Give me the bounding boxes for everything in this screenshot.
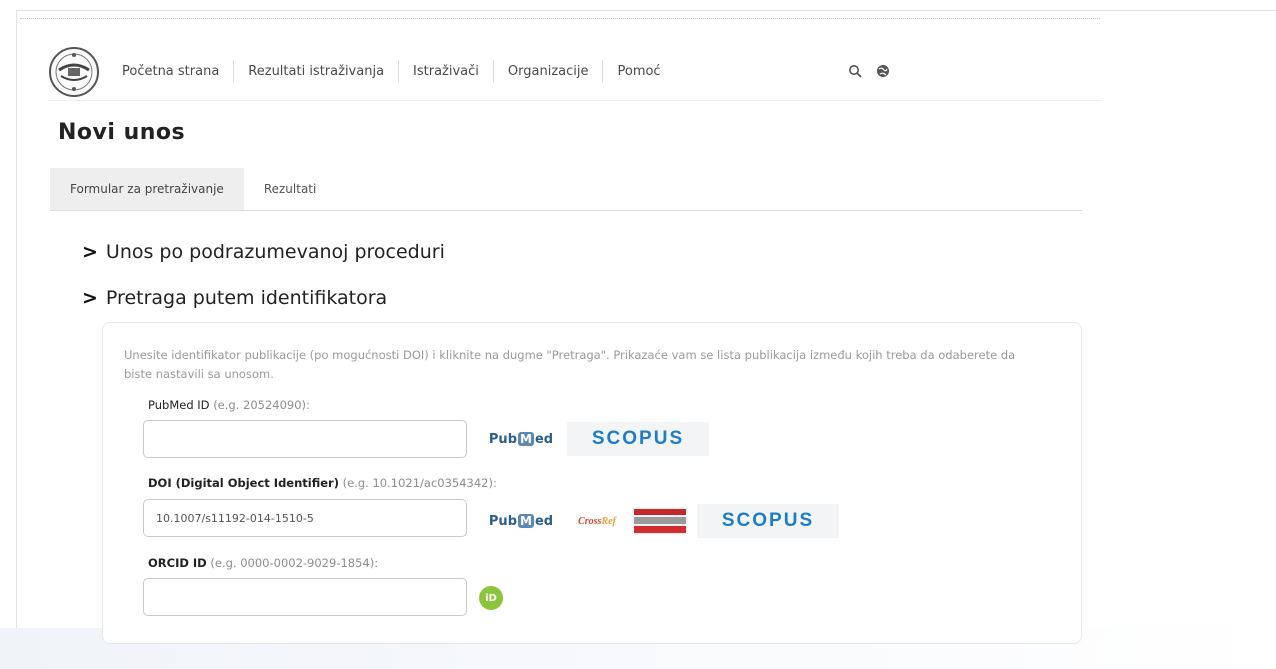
- search-icon[interactable]: [844, 60, 866, 82]
- chevron-right-icon: >: [82, 241, 98, 263]
- orcid-search-button[interactable]: iD: [479, 586, 503, 610]
- section-identifier-search[interactable]: > Pretraga putem identifikatora: [82, 287, 387, 309]
- section-title: Pretraga putem identifikatora: [105, 287, 388, 309]
- page-title: Novi unos: [58, 120, 186, 145]
- page-frame-left: [16, 10, 17, 669]
- orcid-icon: iD: [485, 592, 497, 604]
- form-description: Unesite identifikator publikacije (po mo…: [124, 348, 1016, 381]
- nav-item-help[interactable]: Pomoć: [603, 64, 674, 79]
- orcid-id-input[interactable]: [143, 578, 467, 616]
- nav-item-research-results[interactable]: Rezultati istraživanja: [234, 64, 398, 79]
- crossref-button[interactable]: Cross Ref: [569, 504, 625, 538]
- tab-bar: Formular za pretraživanje Rezultati: [50, 168, 1082, 211]
- header-divider: [48, 100, 1102, 101]
- globe-icon[interactable]: [872, 60, 894, 82]
- pubmed-search-button[interactable]: Pub Med: [477, 422, 565, 456]
- university-seal-icon[interactable]: [48, 46, 100, 98]
- section-default-procedure[interactable]: > Unos po podrazumevanoj proceduri: [82, 241, 445, 263]
- nav-item-organizations[interactable]: Organizacije: [494, 64, 603, 79]
- page-frame-top: [16, 10, 1276, 11]
- pubmed-doi-button[interactable]: Pub Med: [477, 504, 565, 538]
- nav-item-home[interactable]: Početna strana: [108, 64, 233, 79]
- doi-input[interactable]: [143, 499, 467, 537]
- tab-search-form[interactable]: Formular za pretraživanje: [50, 168, 244, 210]
- section-title: Unos po podrazumevanoj proceduri: [105, 241, 445, 263]
- doi-label: DOI (Digital Object Identifier) (e.g. 10…: [148, 476, 497, 490]
- scopus-search-button[interactable]: SCOPUS: [567, 422, 709, 456]
- top-divider: [20, 18, 1100, 19]
- scopus-doi-button[interactable]: SCOPUS: [697, 504, 839, 538]
- main-nav: Početna strana Rezultati istraživanja Is…: [108, 60, 675, 82]
- tab-results[interactable]: Rezultati: [244, 168, 337, 210]
- nav-item-researchers[interactable]: Istraživači: [399, 64, 493, 79]
- red-provider-logo-icon: [632, 507, 688, 535]
- chevron-right-icon: >: [82, 287, 98, 309]
- orcid-id-label: ORCID ID (e.g. 0000-0002-9029-1854):: [148, 556, 379, 570]
- pubmed-id-label: PubMed ID (e.g. 20524090):: [148, 398, 310, 412]
- pubmed-id-input[interactable]: [143, 420, 467, 458]
- redlogo-button[interactable]: [630, 504, 690, 538]
